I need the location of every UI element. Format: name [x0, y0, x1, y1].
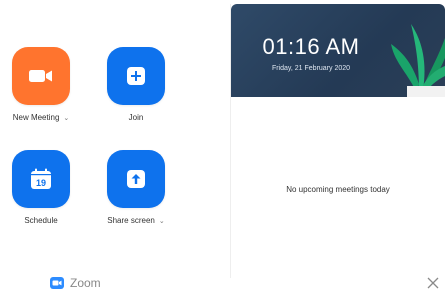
join-label: Join	[128, 113, 144, 122]
current-time: 01:16 AM	[262, 34, 360, 59]
plant-icon	[391, 24, 445, 97]
zoom-logo-icon	[50, 277, 64, 289]
share-screen-tile[interactable]	[107, 150, 165, 208]
clock-banner: 01:16 AM Friday, 21 February 2020	[231, 4, 445, 97]
schedule-label: Schedule	[24, 216, 58, 225]
schedule-button[interactable]: 19 Schedule	[0, 150, 86, 225]
current-date: Friday, 21 February 2020	[271, 65, 351, 72]
share-screen-button[interactable]: Share screen ⌄	[91, 150, 181, 225]
no-meetings-text: No upcoming meetings today	[286, 185, 390, 194]
new-meeting-tile[interactable]	[12, 47, 70, 105]
chevron-down-icon[interactable]: ⌄	[63, 114, 69, 122]
schedule-tile[interactable]: 19	[12, 150, 70, 208]
chevron-down-icon[interactable]: ⌄	[159, 217, 165, 225]
join-tile[interactable]	[107, 47, 165, 105]
join-button[interactable]: Join	[91, 47, 181, 122]
new-meeting-label: New Meeting	[12, 113, 60, 122]
meetings-panel: 01:16 AM Friday, 21 February 2020 No upc…	[230, 4, 445, 278]
brand: Zoom	[50, 276, 101, 290]
plus-icon	[127, 67, 145, 85]
zoom-home-window: New Meeting ⌄ Join 19 Schedule Share scr…	[0, 0, 446, 294]
video-camera-icon	[29, 70, 52, 82]
close-icon[interactable]	[426, 276, 440, 290]
new-meeting-button[interactable]: New Meeting ⌄	[0, 47, 86, 122]
calendar-day: 19	[36, 178, 46, 188]
calendar-icon: 19	[31, 168, 51, 189]
brand-name: Zoom	[70, 276, 101, 290]
share-arrow-icon	[127, 170, 145, 188]
share-screen-label: Share screen	[107, 216, 155, 225]
